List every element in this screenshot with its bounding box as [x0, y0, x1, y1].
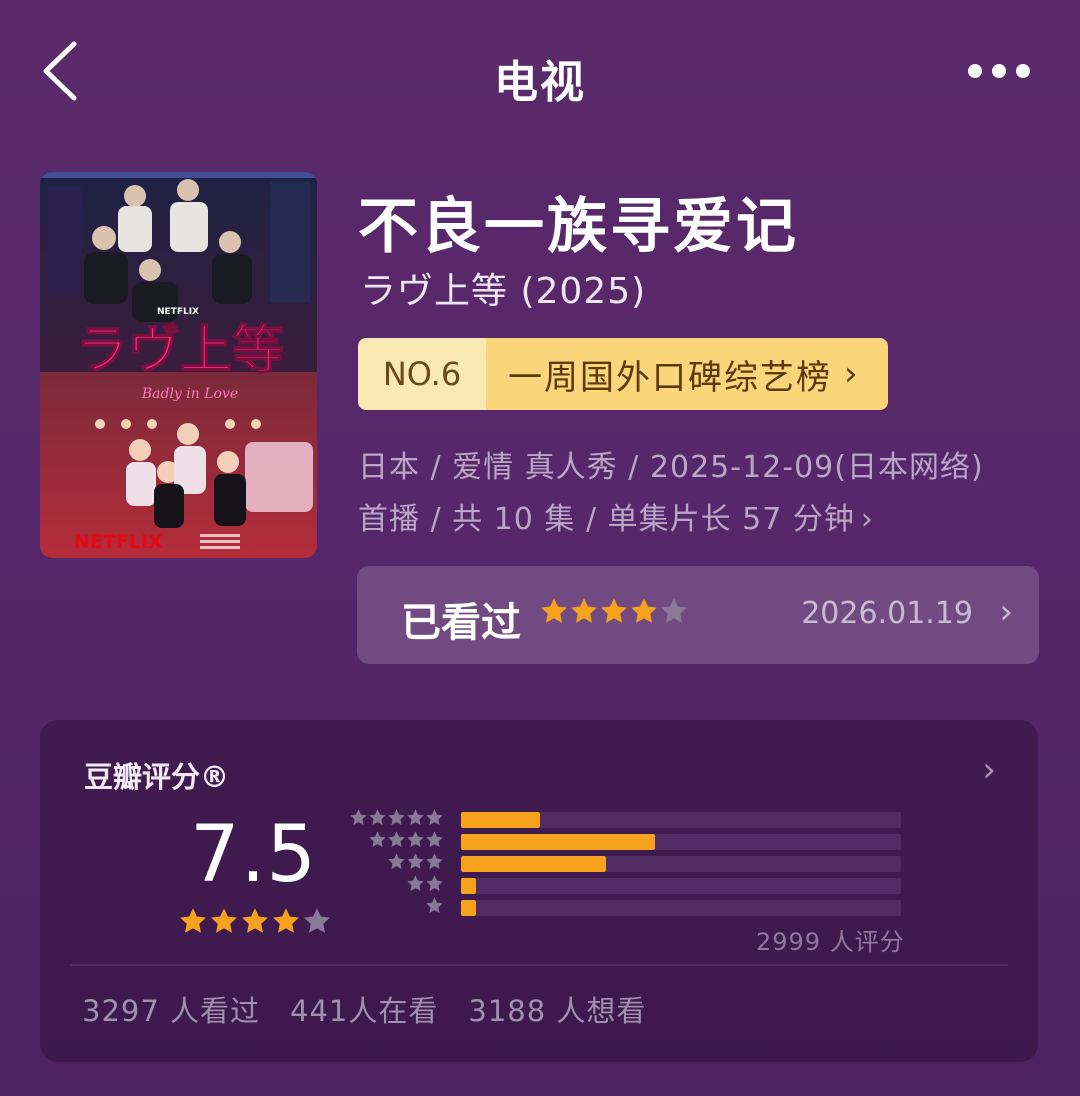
distribution-bar — [461, 834, 655, 850]
watch-status-label: 已看过 — [401, 600, 521, 646]
distribution-track — [461, 834, 901, 850]
star-empty-icon — [659, 596, 689, 632]
distribution-row-2-star — [350, 875, 910, 894]
distribution-row-3-star — [350, 853, 910, 872]
my-watch-status-card[interactable]: 已看过 2026.01.19 › — [357, 566, 1039, 664]
watch-date: 2026.01.19 — [801, 596, 973, 631]
more-button[interactable] — [968, 60, 1030, 82]
top-bar: 电视 — [0, 0, 1080, 140]
rating-count: 2999 人评分 — [756, 928, 905, 956]
chevron-right-icon: › — [844, 354, 860, 394]
audience-stats: 3297 人看过 441人在看 3188 人想看 — [82, 988, 646, 1030]
rank-number: NO.6 — [358, 338, 486, 410]
chevron-right-icon: › — [999, 592, 1013, 632]
poster-image[interactable]: NETFLIX ラヴ上等 Badly in Love NETFLIX — [40, 172, 317, 558]
star-small-icon — [349, 808, 368, 831]
page-title: 电视 — [494, 57, 586, 108]
rank-list-name: 一周国外口碑综艺榜 › — [486, 338, 888, 410]
star-filled-icon — [629, 596, 659, 632]
star-small-icon — [425, 808, 444, 831]
distribution-bar — [461, 900, 477, 916]
distribution-bar — [461, 856, 607, 872]
show-original-title: ラヴ上等 (2025) — [360, 271, 647, 312]
distribution-bar — [461, 812, 541, 828]
divider — [70, 964, 1008, 966]
watched-count[interactable]: 3297 人看过 — [82, 988, 260, 1030]
poster-logo-text: ラヴ上等 — [76, 321, 284, 381]
rating-distribution — [350, 809, 910, 922]
star-small-icon — [406, 808, 425, 831]
distribution-stars — [349, 808, 444, 831]
star-small-icon — [406, 874, 425, 897]
want-count[interactable]: 3188 人想看 — [468, 988, 646, 1030]
star-filled-icon — [178, 906, 208, 940]
star-filled-icon — [599, 596, 629, 632]
star-small-icon — [368, 808, 387, 831]
star-small-icon — [387, 852, 406, 875]
rating-title: 豆瓣评分® — [84, 760, 230, 794]
watching-count[interactable]: 441人在看 — [290, 988, 438, 1030]
distribution-stars — [406, 874, 444, 897]
distribution-stars — [425, 896, 444, 919]
rating-stars — [178, 906, 333, 940]
more-dots-icon — [968, 64, 982, 78]
star-small-icon — [425, 830, 444, 853]
chevron-right-icon[interactable]: › — [982, 750, 996, 790]
distribution-stars — [368, 830, 444, 853]
star-small-icon — [406, 830, 425, 853]
star-small-icon — [406, 852, 425, 875]
distribution-track — [461, 900, 901, 916]
star-filled-icon — [209, 906, 239, 940]
show-meta-text: 日本 / 爱情 真人秀 / 2025-12-09(日本网络) 首播 / 共 10… — [358, 450, 984, 537]
show-title: 不良一族寻爱记 — [358, 192, 799, 262]
star-filled-icon — [271, 906, 301, 940]
rating-score: 7.5 — [190, 810, 318, 900]
rank-list-label: 一周国外口碑综艺榜 — [508, 357, 832, 398]
poster-netflix-tag: NETFLIX — [157, 307, 199, 317]
distribution-row-5-star — [350, 809, 910, 828]
douban-rating-card[interactable]: 豆瓣评分® › 7.5 2999 人评分 3297 人看过 441人在看 318… — [40, 720, 1038, 1062]
star-small-icon — [425, 852, 444, 875]
star-small-icon — [387, 830, 406, 853]
star-small-icon — [368, 830, 387, 853]
my-rating-stars — [539, 596, 689, 632]
star-small-icon — [425, 874, 444, 897]
star-small-icon — [425, 896, 444, 919]
distribution-track — [461, 856, 901, 872]
distribution-row-1-star — [350, 897, 910, 916]
poster-netflix-logo: NETFLIX — [74, 531, 163, 553]
distribution-stars — [387, 852, 444, 875]
distribution-row-4-star — [350, 831, 910, 850]
star-small-icon — [387, 808, 406, 831]
star-filled-icon — [240, 906, 270, 940]
star-empty-icon — [302, 906, 332, 940]
ranking-badge[interactable]: NO.6 一周国外口碑综艺榜 › — [358, 338, 888, 410]
show-meta-info[interactable]: 日本 / 爱情 真人秀 / 2025-12-09(日本网络) 首播 / 共 10… — [358, 442, 1018, 546]
poster-logo-subtitle: Badly in Love — [141, 386, 238, 402]
distribution-track — [461, 812, 901, 828]
star-filled-icon — [539, 596, 569, 632]
distribution-bar — [461, 878, 477, 894]
star-filled-icon — [569, 596, 599, 632]
distribution-track — [461, 878, 901, 894]
chevron-right-icon: › — [860, 502, 874, 537]
